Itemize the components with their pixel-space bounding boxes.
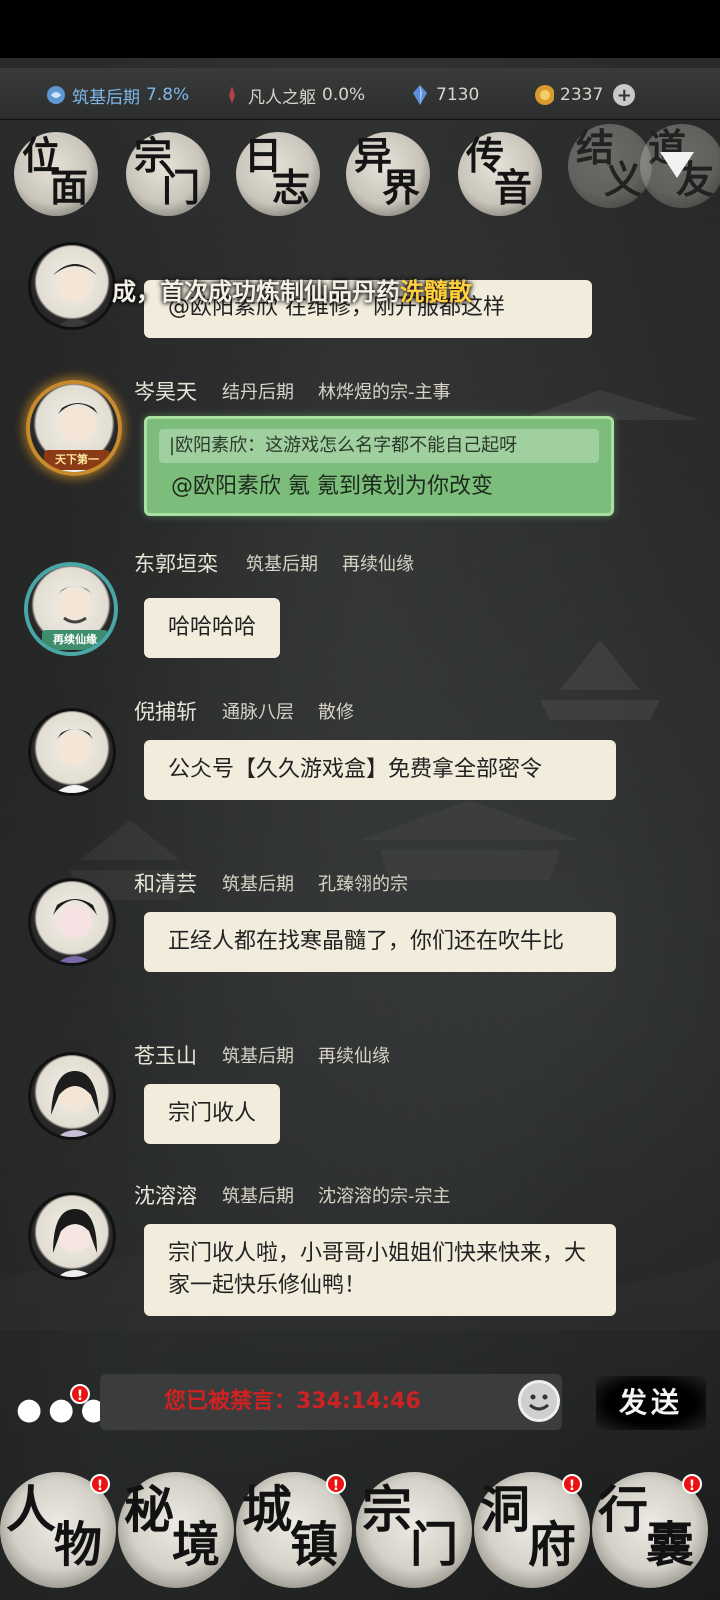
avatar[interactable] bbox=[28, 242, 116, 330]
message-bubble[interactable]: 正经人都在找寒晶髓了，你们还在吹牛比 bbox=[144, 912, 616, 972]
emoji-icon[interactable] bbox=[518, 1380, 560, 1422]
sender-sect: 沈溶溶的宗-宗主 bbox=[318, 1186, 451, 1207]
collapse-arrow-icon[interactable] bbox=[660, 152, 694, 178]
system-announcement: 成，首次成功炼制仙品丹药洗髓散 bbox=[112, 278, 472, 306]
coin-icon bbox=[534, 85, 554, 105]
body-progress[interactable]: 凡人之躯 0.0% bbox=[222, 82, 365, 108]
top-nav: 位面 宗门 日志 异界 传音 结义 道友 bbox=[0, 124, 720, 224]
inventory-alert-badge: ! bbox=[682, 1474, 702, 1494]
body-talisman-icon bbox=[222, 85, 242, 105]
realm-progress[interactable]: 筑基后期 7.8% bbox=[46, 82, 189, 108]
status-bar bbox=[0, 0, 720, 58]
sender-sect: 再续仙缘 bbox=[342, 554, 414, 575]
more-options-alert-badge: ! bbox=[70, 1384, 90, 1404]
sender-realm: 筑基后期 bbox=[222, 874, 294, 895]
message-bubble[interactable]: |欧阳素欣：这游戏怎么名字都不能自己起呀 @欧阳素欣 氪 氪到策划为你改变 bbox=[144, 416, 614, 516]
spirit-stone-counter: 7130 bbox=[410, 82, 479, 108]
send-button[interactable]: 发送 bbox=[596, 1376, 706, 1430]
add-coins-button[interactable]: + bbox=[613, 84, 636, 106]
sender-sect: 再续仙缘 bbox=[318, 1046, 390, 1067]
nav-secret-realm[interactable]: 秘境 bbox=[118, 1472, 234, 1588]
nav-sect-bottom[interactable]: 宗门 bbox=[356, 1472, 472, 1588]
bottom-nav: 人物 秘境 城镇 宗门 洞府 行囊 ! ! ! ! bbox=[0, 1466, 720, 1600]
sender-realm: 筑基后期 bbox=[222, 1186, 294, 1207]
nav-message[interactable]: 传音 bbox=[458, 132, 542, 216]
spirit-crystal-icon bbox=[410, 85, 430, 105]
avatar[interactable]: 天下第一 bbox=[26, 380, 122, 476]
nav-other-world[interactable]: 异界 bbox=[346, 132, 430, 216]
more-options-button[interactable]: ●●● bbox=[16, 1392, 113, 1427]
nav-sect[interactable]: 宗门 bbox=[126, 132, 210, 216]
avatar[interactable] bbox=[28, 1052, 116, 1140]
avatar[interactable] bbox=[28, 708, 116, 796]
resource-bar: 筑基后期 7.8% 凡人之躯 0.0% 7130 2337 + bbox=[0, 68, 720, 120]
nav-log[interactable]: 日志 bbox=[236, 132, 320, 216]
sender-sect: 孔臻翎的宗 bbox=[318, 874, 408, 895]
sender-realm: 通脉八层 bbox=[222, 702, 294, 723]
sender-name[interactable]: 和清芸 bbox=[134, 868, 197, 898]
cave-alert-badge: ! bbox=[562, 1474, 582, 1494]
sender-realm: 筑基后期 bbox=[246, 554, 318, 575]
town-alert-badge: ! bbox=[326, 1474, 346, 1494]
sender-name[interactable]: 沈溶溶 bbox=[134, 1180, 197, 1210]
avatar[interactable] bbox=[28, 878, 116, 966]
sender-realm: 筑基后期 bbox=[222, 1046, 294, 1067]
background-scenery bbox=[0, 390, 720, 1330]
avatar-sect-badge: 再续仙缘 bbox=[42, 630, 108, 650]
sender-name[interactable]: 苍玉山 bbox=[134, 1040, 197, 1070]
sender-name[interactable]: 东郭垣栾 bbox=[134, 548, 218, 578]
message-bubble[interactable]: 公仌号【久久游戏盒】免费拿全部密令 bbox=[144, 740, 616, 800]
sender-sect: 林烨煜的宗-主事 bbox=[318, 382, 451, 403]
sender-sect: 散修 bbox=[318, 702, 354, 723]
quoted-message: |欧阳素欣：这游戏怎么名字都不能自己起呀 bbox=[159, 429, 599, 463]
message-bubble[interactable]: 哈哈哈哈 bbox=[144, 598, 281, 658]
coin-counter: 2337 + bbox=[534, 82, 636, 108]
realm-orb-icon bbox=[46, 85, 66, 105]
sender-realm: 结丹后期 bbox=[222, 382, 294, 403]
avatar[interactable]: 再续仙缘 bbox=[24, 562, 118, 656]
sender-name[interactable]: 倪捕斩 bbox=[134, 696, 197, 726]
character-alert-badge: ! bbox=[90, 1474, 110, 1494]
message-bubble[interactable]: 宗门收人啦，小哥哥小姐姐们快来快来，大家一起快乐修仙鸭！ bbox=[144, 1224, 616, 1316]
message-bubble[interactable]: 宗门收人 bbox=[144, 1084, 281, 1144]
avatar-title-badge: 天下第一 bbox=[44, 450, 110, 470]
avatar[interactable] bbox=[28, 1192, 116, 1280]
chat-input-muted[interactable]: 您已被禁言：334:14:46 bbox=[100, 1374, 562, 1430]
sender-name[interactable]: 岑昊天 bbox=[134, 376, 197, 406]
message-text: @欧阳素欣 氪 氪到策划为你改变 bbox=[171, 474, 493, 499]
nav-realm-plane[interactable]: 位面 bbox=[14, 132, 98, 216]
